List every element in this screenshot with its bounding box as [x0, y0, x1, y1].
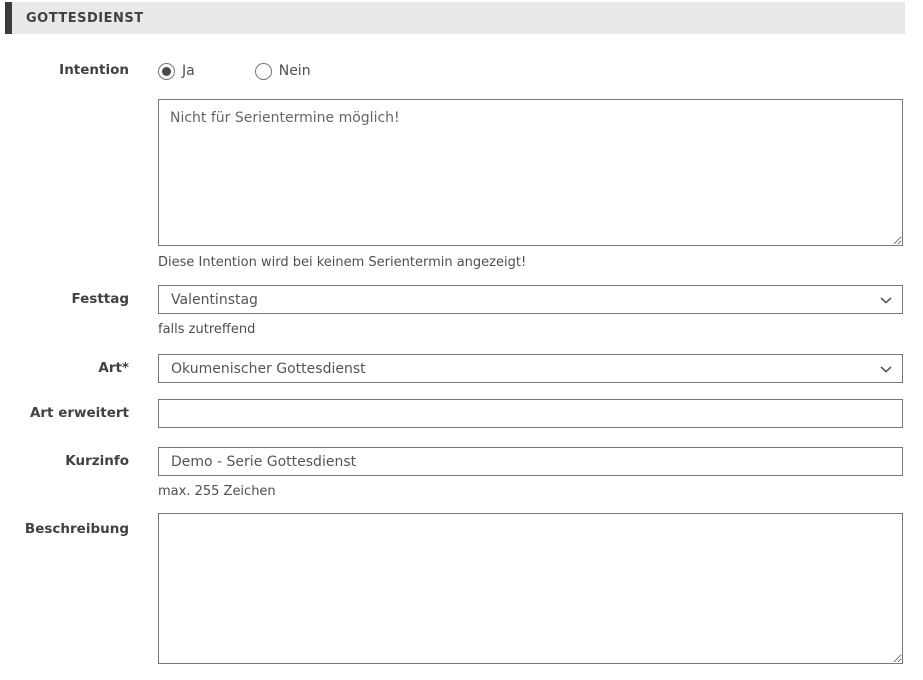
festtag-label: Festtag — [0, 285, 129, 308]
gottesdienst-form-page: GOTTESDIENST Intention Ja Nein Nicht für… — [0, 2, 923, 664]
section-title: GOTTESDIENST — [12, 11, 144, 26]
art-erweitert-field — [158, 399, 903, 428]
intention-row: Intention Ja Nein Nicht für Serientermin… — [0, 62, 903, 271]
intention-option-nein[interactable]: Nein — [255, 63, 311, 80]
festtag-help-text: falls zutreffend — [158, 321, 903, 338]
gottesdienst-form: Intention Ja Nein Nicht für Serientermin… — [0, 34, 923, 664]
kurzinfo-help-text: max. 255 Zeichen — [158, 483, 903, 500]
festtag-select[interactable]: Valentinstag — [158, 285, 903, 314]
art-erweitert-row: Art erweitert — [0, 399, 903, 428]
beschreibung-label: Beschreibung — [0, 513, 129, 538]
kurzinfo-field: max. 255 Zeichen — [158, 447, 903, 500]
intention-label: Intention — [0, 62, 129, 79]
intention-help-text: Diese Intention wird bei keinem Seriente… — [158, 254, 903, 271]
festtag-select-wrap: Valentinstag — [158, 285, 903, 314]
art-select[interactable]: Ökumenischer Gottesdienst — [158, 354, 903, 383]
intention-radio-ja[interactable] — [158, 63, 175, 80]
art-row: Art* Ökumenischer Gottesdienst — [0, 354, 903, 383]
intention-option-nein-label: Nein — [279, 63, 311, 80]
intention-field: Ja Nein Nicht für Serientermine möglich!… — [158, 62, 903, 271]
art-erweitert-label: Art erweitert — [0, 399, 129, 422]
art-select-wrap: Ökumenischer Gottesdienst — [158, 354, 903, 383]
section-header: GOTTESDIENST — [5, 2, 905, 34]
intention-option-ja-label: Ja — [182, 63, 195, 80]
intention-note-textarea[interactable]: Nicht für Serientermine möglich! — [158, 99, 903, 246]
beschreibung-field — [158, 513, 903, 664]
festtag-field: Valentinstag falls zutreffend — [158, 285, 903, 338]
kurzinfo-label: Kurzinfo — [0, 447, 129, 470]
intention-radio-group: Ja Nein — [158, 62, 903, 80]
beschreibung-row: Beschreibung — [0, 513, 903, 664]
art-label: Art* — [0, 354, 129, 377]
intention-option-ja[interactable]: Ja — [158, 63, 195, 80]
art-field: Ökumenischer Gottesdienst — [158, 354, 903, 383]
intention-radio-nein[interactable] — [255, 63, 272, 80]
kurzinfo-row: Kurzinfo max. 255 Zeichen — [0, 447, 903, 500]
art-erweitert-input[interactable] — [158, 399, 903, 428]
kurzinfo-input[interactable] — [158, 447, 903, 476]
festtag-row: Festtag Valentinstag falls zutreffend — [0, 285, 903, 338]
beschreibung-textarea[interactable] — [158, 513, 903, 664]
